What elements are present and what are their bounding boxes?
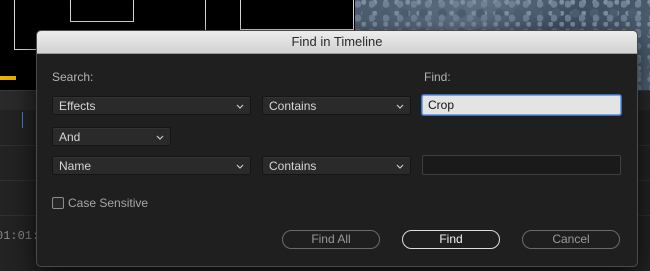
find-button[interactable]: Find <box>402 230 500 249</box>
find-all-button[interactable]: Find All <box>282 230 380 249</box>
find-input-2[interactable] <box>422 155 621 175</box>
case-sensitive-option[interactable]: Case Sensitive <box>52 196 148 210</box>
dialog-title: Find in Timeline <box>37 31 637 54</box>
chevron-down-icon <box>396 164 404 169</box>
search-field-value-1: Effects <box>59 99 96 113</box>
operator-value-2: Contains <box>269 159 317 173</box>
playhead-marker <box>22 112 23 128</box>
case-sensitive-label: Case Sensitive <box>68 196 149 210</box>
operator-dropdown-2[interactable]: Contains <box>262 156 411 175</box>
cancel-button[interactable]: Cancel <box>522 230 620 249</box>
chevron-down-icon <box>156 135 164 140</box>
logic-operator-value: And <box>59 130 81 144</box>
chevron-down-icon <box>236 164 244 169</box>
chevron-down-icon <box>236 104 244 109</box>
search-field-dropdown-2[interactable]: Name <box>52 156 251 175</box>
search-field-dropdown-1[interactable]: Effects <box>52 96 251 115</box>
find-in-timeline-dialog: Find in Timeline Search: Find: Effects C… <box>36 30 638 267</box>
search-label: Search: <box>52 70 94 84</box>
safe-title-guide <box>70 0 134 22</box>
find-label: Find: <box>424 70 451 84</box>
search-field-value-2: Name <box>59 159 92 173</box>
work-area-marker <box>0 76 16 80</box>
find-input-1[interactable]: Crop <box>422 95 621 115</box>
logic-operator-dropdown[interactable]: And <box>52 127 171 146</box>
operator-dropdown-1[interactable]: Contains <box>262 96 411 115</box>
chevron-down-icon <box>396 104 404 109</box>
safe-action-guide <box>240 0 354 30</box>
operator-value-1: Contains <box>269 99 317 113</box>
checkbox-unchecked-icon[interactable] <box>52 197 64 209</box>
